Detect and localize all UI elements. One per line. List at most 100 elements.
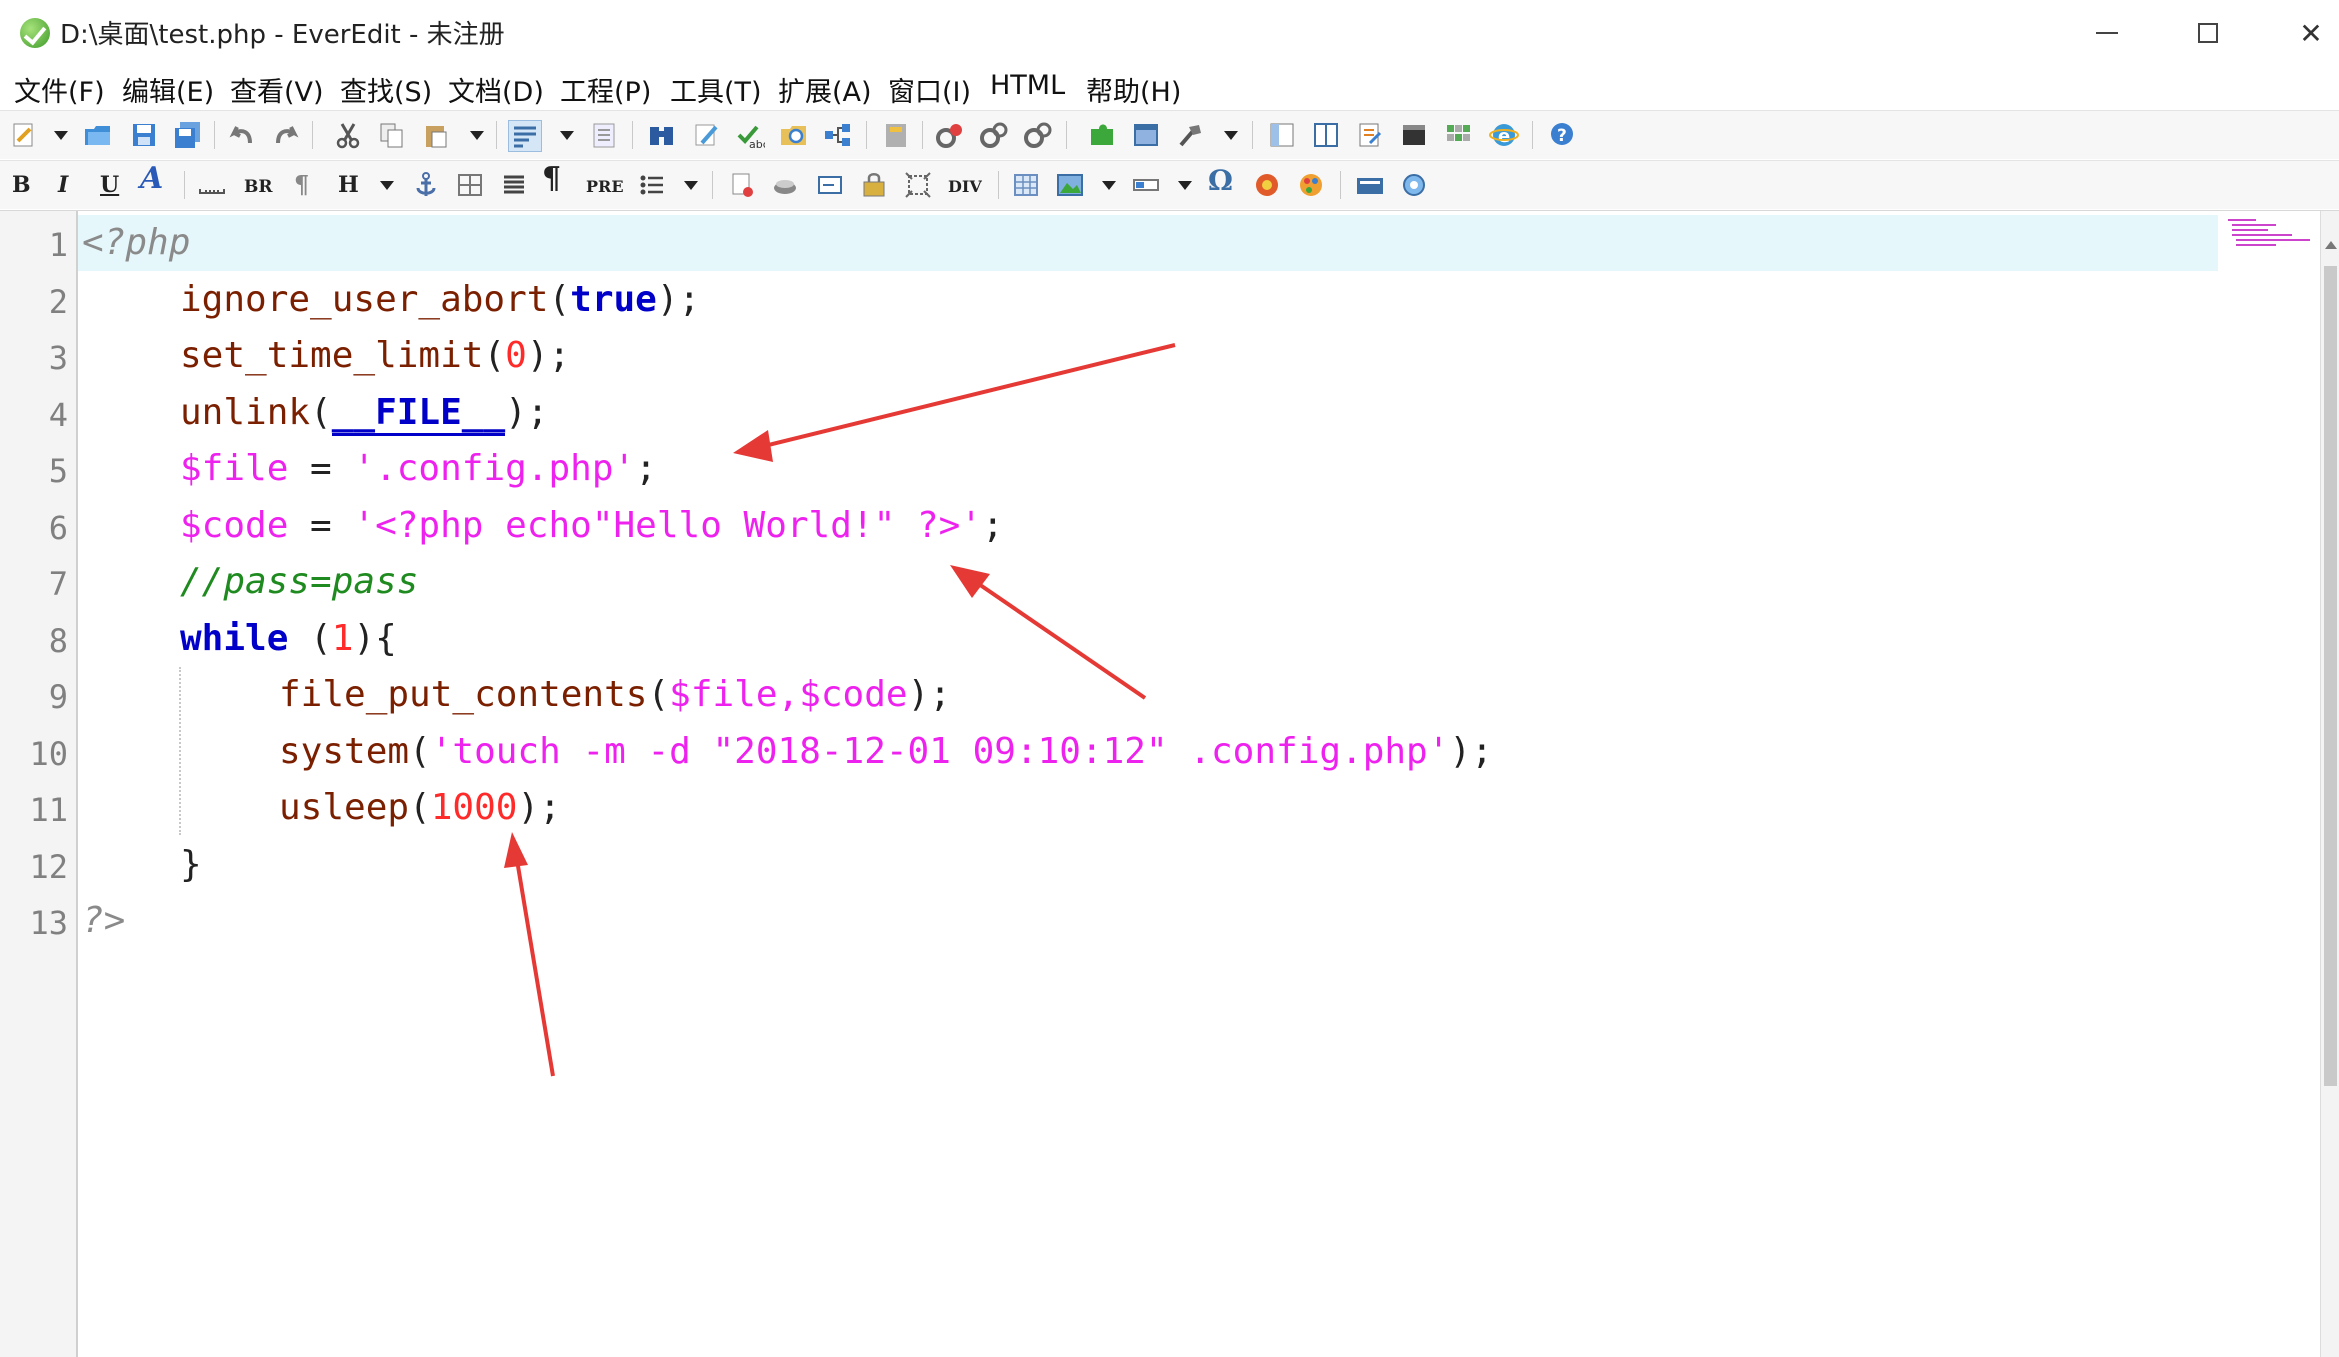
vertical-scrollbar[interactable] (2320, 211, 2339, 1357)
run-script-button[interactable] (934, 120, 966, 150)
list-dropdown[interactable] (684, 181, 698, 190)
php-open-tag: <?php (82, 222, 191, 263)
image-dropdown[interactable] (1102, 181, 1116, 190)
insert-image-button[interactable] (1054, 170, 1086, 200)
underline-button[interactable]: U (100, 171, 119, 199)
find-in-files-button[interactable] (778, 120, 810, 150)
menu-find[interactable]: 查找(S) (340, 70, 432, 109)
title-bar: D:\桌面\test.php - EverEdit - 未注册 ✕ (0, 0, 2339, 66)
menu-tools[interactable]: 工具(T) (670, 70, 762, 109)
ie-browser-icon: e (1489, 124, 1519, 147)
menu-extensions[interactable]: 扩展(A) (778, 70, 872, 109)
column-mode-button[interactable] (588, 120, 620, 150)
save-all-button[interactable] (172, 120, 204, 150)
scissors-icon (336, 123, 360, 149)
close-button[interactable]: ✕ (2276, 6, 2339, 60)
save-button[interactable] (128, 120, 160, 150)
structure-button[interactable] (822, 120, 854, 150)
html-preview-button[interactable] (1398, 170, 1430, 200)
project-button[interactable] (880, 120, 912, 150)
paste-dropdown[interactable] (470, 131, 484, 140)
code-line-13: ?> (82, 897, 125, 945)
special-char-button[interactable]: Ω (1208, 167, 1233, 195)
menu-window[interactable]: 窗口(I) (888, 70, 971, 109)
sidebar-toggle-button[interactable] (1266, 120, 1298, 150)
table-button[interactable] (454, 170, 486, 200)
html-validate-button[interactable] (1354, 170, 1386, 200)
insert-table-button[interactable] (1010, 170, 1042, 200)
menu-help[interactable]: 帮助(H) (1086, 70, 1181, 109)
pre-button[interactable]: PRE (586, 173, 624, 201)
replace-button[interactable] (690, 120, 722, 150)
scroll-up-icon[interactable] (2325, 241, 2337, 249)
help-button[interactable]: ? (1546, 120, 1578, 150)
textbox-icon (818, 176, 842, 194)
color-picker-button[interactable] (1442, 120, 1474, 150)
maximize-button[interactable] (2173, 6, 2243, 60)
paste-button[interactable] (420, 120, 452, 150)
hammer-icon (1179, 125, 1201, 147)
undo-button[interactable] (226, 120, 258, 150)
gear-record-icon (980, 122, 1008, 148)
copy-button[interactable] (376, 120, 408, 150)
main-toolbar: abc e ? (0, 110, 2339, 159)
picture-icon (1057, 174, 1083, 196)
br-button[interactable]: BR (244, 173, 273, 201)
minimap[interactable] (2220, 211, 2320, 271)
palette-button[interactable] (1296, 170, 1328, 200)
input-dropdown[interactable] (1178, 181, 1192, 190)
edit-pencil-icon (695, 124, 718, 146)
plugin-button[interactable] (1086, 120, 1118, 150)
paragraph-button[interactable]: ¶ (294, 171, 309, 199)
new-file-button[interactable] (8, 120, 40, 150)
color-button[interactable] (1252, 170, 1284, 200)
code-editor[interactable]: 1 2 3 4 5 6 7 8 9 10 11 12 13 <?php igno… (0, 210, 2339, 1357)
everedit-logo-icon (20, 18, 50, 48)
open-file-button[interactable] (82, 120, 114, 150)
form-button[interactable] (726, 170, 758, 200)
tools-dropdown[interactable] (1224, 131, 1238, 140)
font-button[interactable]: A (140, 164, 163, 194)
align-button[interactable] (498, 170, 530, 200)
bold-button[interactable]: B (12, 171, 31, 199)
output-toggle-button[interactable] (1310, 120, 1342, 150)
scroll-thumb[interactable] (2324, 266, 2337, 1086)
menu-html[interactable]: HTML (990, 70, 1065, 101)
anchor-button[interactable] (410, 170, 442, 200)
window-layout-button[interactable] (1130, 120, 1162, 150)
textbox-button[interactable] (814, 170, 846, 200)
list-button[interactable] (636, 170, 668, 200)
heading-dropdown[interactable] (380, 181, 394, 190)
cut-button[interactable] (332, 120, 364, 150)
spell-check-button[interactable]: abc (734, 120, 766, 150)
wrap-dropdown[interactable] (560, 131, 574, 140)
div-button[interactable]: DIV (948, 173, 982, 201)
menu-project[interactable]: 工程(P) (560, 70, 651, 109)
menu-file[interactable]: 文件(F) (14, 70, 105, 109)
wrap-button[interactable] (508, 120, 542, 152)
tools-button[interactable] (1174, 120, 1206, 150)
minimize-button[interactable] (2072, 6, 2142, 60)
redo-button[interactable] (270, 120, 302, 150)
play-macro-button[interactable] (1022, 120, 1054, 150)
frame-button[interactable] (902, 170, 934, 200)
menu-document[interactable]: 文档(D) (448, 70, 544, 109)
heading-button[interactable]: H (338, 171, 359, 199)
menu-view[interactable]: 查看(V) (230, 70, 324, 109)
image-button[interactable] (770, 170, 802, 200)
record-macro-button[interactable] (978, 120, 1010, 150)
italic-button[interactable]: I (58, 171, 68, 199)
undo-icon (229, 126, 252, 144)
browser-preview-button[interactable]: e (1488, 120, 1520, 150)
find-button[interactable] (646, 120, 678, 150)
color-wheel-icon (1256, 174, 1278, 196)
arguments: $file,$code (669, 674, 908, 715)
new-file-dropdown[interactable] (54, 131, 68, 140)
input-button[interactable] (1130, 170, 1162, 200)
button-element-button[interactable] (858, 170, 890, 200)
menu-edit[interactable]: 编辑(E) (122, 70, 214, 109)
nbsp-button[interactable] (196, 170, 228, 200)
clip-library-button[interactable] (1354, 120, 1386, 150)
pilcrow-button[interactable]: ¶ (542, 164, 561, 194)
console-button[interactable] (1398, 120, 1430, 150)
